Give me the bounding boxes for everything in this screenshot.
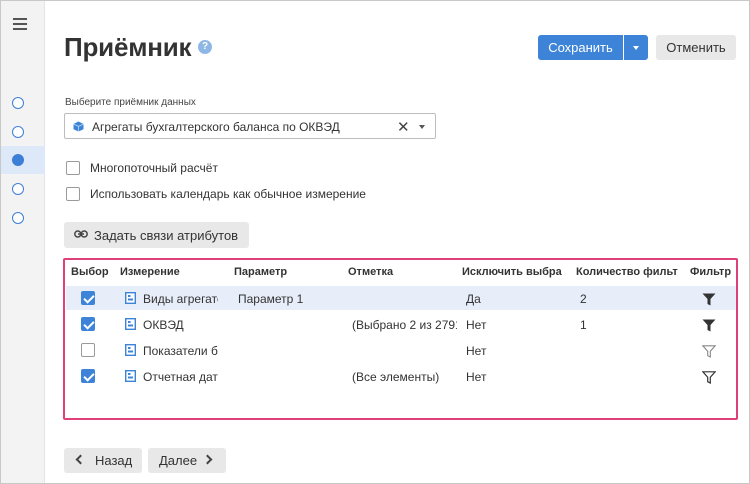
clear-icon[interactable]: ✕ <box>397 118 410 136</box>
next-label: Далее <box>159 453 198 468</box>
hamburger-menu-icon[interactable] <box>13 18 27 30</box>
row-mark[interactable]: (Все элементы) <box>352 370 457 384</box>
row-filter-count: 2 <box>580 292 587 306</box>
filter-filled-icon[interactable] <box>702 319 716 332</box>
column-header-mark[interactable]: Отметка <box>348 266 448 278</box>
multithread-checkbox[interactable] <box>66 161 80 175</box>
filter-filled-icon[interactable] <box>702 293 716 306</box>
multithread-label: Многопоточный расчёт <box>90 161 218 175</box>
calendar-label: Использовать календарь как обычное измер… <box>90 187 366 201</box>
row-exclude[interactable]: Нет <box>466 370 566 384</box>
dimension-icon <box>125 292 136 304</box>
save-button[interactable]: Сохранить <box>538 35 623 60</box>
row-parameter[interactable]: Параметр 1 <box>238 292 343 306</box>
wizard-step-1[interactable] <box>1 89 45 117</box>
caret-down-icon[interactable] <box>419 125 425 129</box>
row-exclude[interactable]: Нет <box>466 318 566 332</box>
row-exclude[interactable]: Да <box>466 292 566 306</box>
filter-outline-icon[interactable] <box>702 345 716 358</box>
chevron-right-icon <box>202 454 213 465</box>
row-select-checkbox[interactable] <box>81 317 95 331</box>
row-select-checkbox[interactable] <box>81 343 95 357</box>
set-attribute-links-label: Задать связи атрибутов <box>94 228 239 243</box>
cancel-button[interactable]: Отменить <box>656 35 736 60</box>
save-dropdown-button[interactable] <box>624 35 648 60</box>
dimension-icon <box>125 318 136 330</box>
row-select-checkbox[interactable] <box>81 369 95 383</box>
receiver-select[interactable]: Агрегаты бухгалтерского баланса по ОКВЭД… <box>64 113 436 139</box>
set-attribute-links-button[interactable]: Задать связи атрибутов <box>64 222 249 248</box>
wizard-step-3[interactable] <box>1 146 45 174</box>
column-header-filter[interactable]: Фильтр <box>690 266 734 278</box>
help-icon[interactable]: ? <box>198 40 212 54</box>
column-header-parameter[interactable]: Параметр <box>234 266 334 278</box>
receiver-select-value: Агрегаты бухгалтерского баланса по ОКВЭД <box>92 120 340 134</box>
chevron-left-icon <box>75 454 86 465</box>
column-header-dimension[interactable]: Измерение <box>120 266 220 278</box>
row-dimension: ОКВЭД <box>143 318 184 332</box>
column-header-select[interactable]: Выбор <box>71 266 111 278</box>
dimension-icon <box>125 344 136 356</box>
column-header-exclude[interactable]: Исключить выбранные <box>462 266 562 278</box>
back-button[interactable]: Назад <box>64 448 142 473</box>
column-header-count[interactable]: Количество фильтров <box>576 266 678 278</box>
receiver-field-label: Выберите приёмник данных <box>65 97 196 108</box>
wizard-step-2[interactable] <box>1 118 45 146</box>
back-label: Назад <box>95 453 133 468</box>
wizard-step-5[interactable] <box>1 204 45 232</box>
next-button[interactable]: Далее <box>148 448 226 473</box>
step-circle-icon <box>12 154 24 166</box>
row-dimension: Виды агрегатов <box>143 292 218 306</box>
step-circle-icon <box>12 126 24 138</box>
row-select-checkbox[interactable] <box>81 291 95 305</box>
row-mark[interactable]: (Выбрано 2 из 2791) <box>352 318 457 332</box>
sidebar <box>1 1 45 483</box>
row-dimension: Отчетная дата <box>143 370 218 384</box>
row-exclude[interactable]: Нет <box>466 344 566 358</box>
cube-icon <box>73 121 84 132</box>
link-icon <box>74 230 88 238</box>
step-circle-icon <box>12 212 24 224</box>
wizard-step-4[interactable] <box>1 175 45 203</box>
filter-outline-icon[interactable] <box>702 371 716 384</box>
page-title: Приёмник <box>64 32 192 62</box>
row-filter-count: 1 <box>580 318 587 332</box>
calendar-checkbox[interactable] <box>66 187 80 201</box>
step-circle-icon <box>12 97 24 109</box>
row-dimension: Показатели баланса <box>143 344 218 358</box>
dimension-icon <box>125 370 136 382</box>
step-circle-icon <box>12 183 24 195</box>
